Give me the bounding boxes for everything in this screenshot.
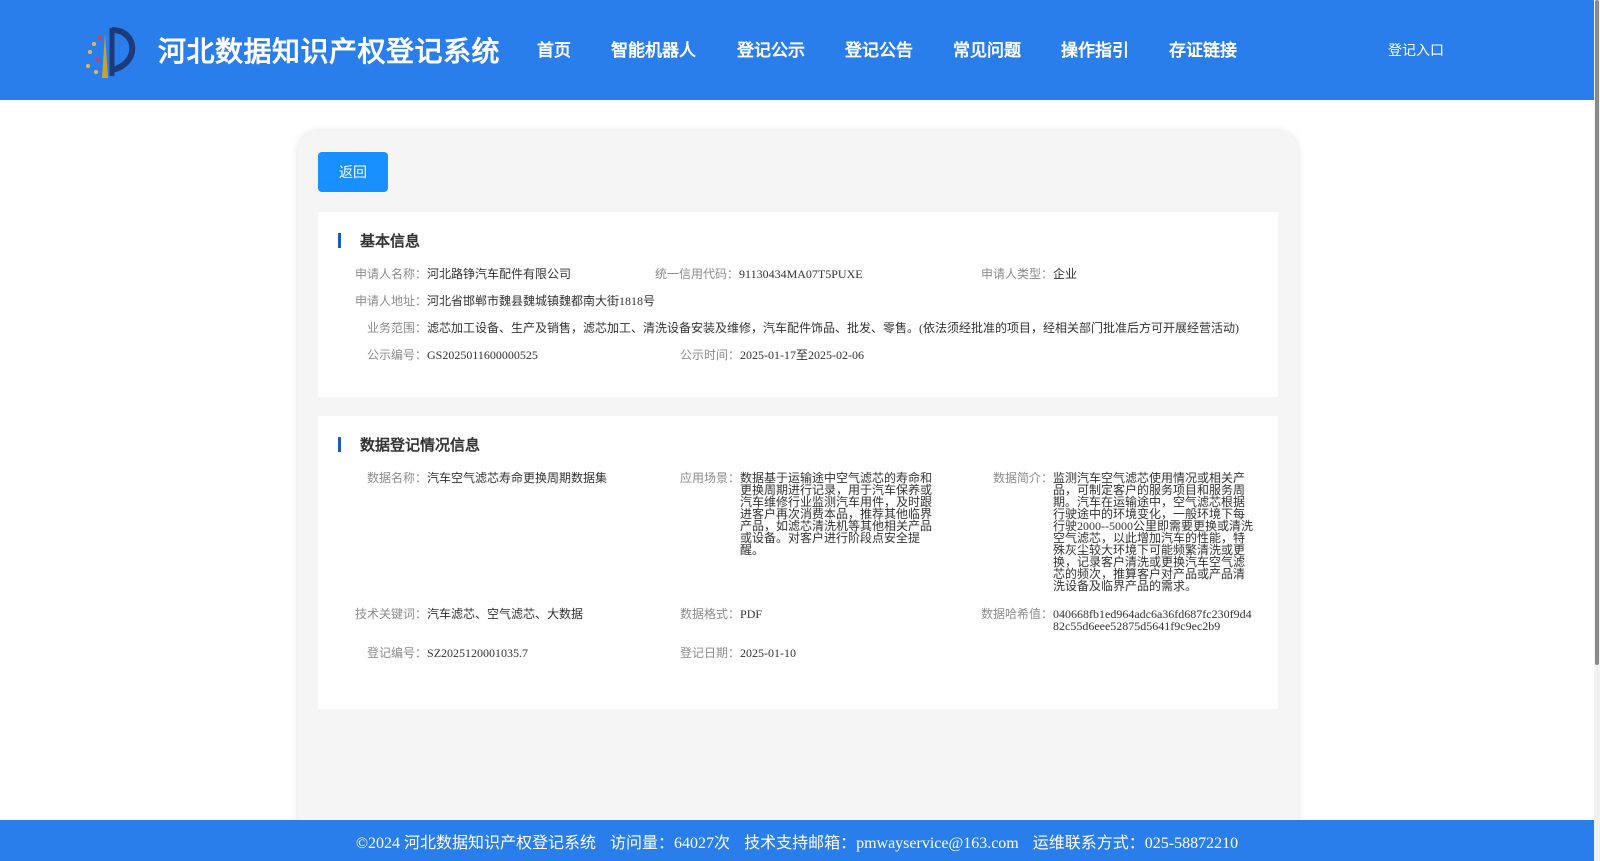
notice-no-label: 公示编号： [367,348,428,362]
reg-date-field: 登记日期：2025-01-10 [680,647,796,659]
notice-no-field: 公示编号：GS2025011600000525 [367,349,538,361]
credit-code-value: 91130434MA07T5PUXE [739,267,863,281]
address-field: 申请人地址：河北省邯郸市魏县魏城镇魏都南大街1818号 [355,295,655,307]
nav-guide[interactable]: 操作指引 [1061,36,1129,61]
summary-label: 数据简介： [993,471,1054,485]
applicant-name-field: 申请人名称：河北路铮汽车配件有限公司 [355,268,571,280]
address-value: 河北省邯郸市魏县魏城镇魏都南大街1818号 [427,294,656,308]
format-value: PDF [740,607,763,621]
page-scrollbar[interactable] [1594,0,1600,861]
business-scope-field: 业务范围：滤芯加工设备、生产及销售，滤芯加工、清洗设备安装及维修，汽车配件饰品、… [367,322,1239,334]
business-scope-value: 滤芯加工设备、生产及销售，滤芯加工、清洗设备安装及维修，汽车配件饰品、批发、零售… [427,321,1240,335]
footer-visits: 访问量：64027次 [610,834,731,852]
format-field: 数据格式：PDF [680,608,762,620]
reg-date-label: 登记日期： [680,646,741,660]
footer-support-email: 技术支持邮箱：pmwayservice@163.com [744,834,1019,852]
applicant-name-value: 河北路铮汽车配件有限公司 [427,267,572,281]
section-marker [338,437,341,452]
basic-info-panel: 基本信息 申请人名称：河北路铮汽车配件有限公司 统一信用代码：91130434M… [318,212,1278,397]
back-button[interactable]: 返回 [318,152,388,192]
page-footer: ©2024 河北数据知识产权登记系统 访问量：64027次 技术支持邮箱：pmw… [0,820,1594,861]
nav-publicity[interactable]: 登记公示 [737,36,805,61]
detail-card: 返回 基本信息 申请人名称：河北路铮汽车配件有限公司 统一信用代码：911304… [298,131,1298,861]
data-name-value: 汽车空气滤芯寿命更换周期数据集 [427,471,608,485]
notice-time-value: 2025-01-17至2025-02-06 [740,348,865,362]
keywords-label: 技术关键词： [355,607,428,621]
footer-ops-phone: 运维联系方式：025-58872210 [1032,834,1239,852]
scenario-value: 数据基于运输途中空气滤芯的寿命和更换周期进行记录，用于汽车保养或汽车维修行业监测… [740,471,933,557]
business-scope-label: 业务范围： [367,321,428,335]
top-header: 河北数据知识产权登记系统 首页 智能机器人 登记公示 登记公告 常见问题 操作指… [0,0,1594,100]
login-entry-link[interactable]: 登记入口 [1388,40,1444,60]
section-marker [338,233,341,248]
keywords-field: 技术关键词：汽车滤芯、空气滤芯、大数据 [355,608,583,620]
hash-field: 数据哈希值： 040668fb1ed964adc6a36fd687fc230f9… [981,608,1265,638]
nav-announcement[interactable]: 登记公告 [845,36,913,61]
credit-code-field: 统一信用代码：91130434MA07T5PUXE [655,268,863,280]
applicant-type-value: 企业 [1053,267,1078,281]
hash-value: 040668fb1ed964adc6a36fd687fc230f9d482c55… [1053,607,1252,633]
nav-home[interactable]: 首页 [537,36,571,61]
nav-evidence-link[interactable]: 存证链接 [1169,36,1237,61]
data-registration-panel: 数据登记情况信息 数据名称：汽车空气滤芯寿命更换周期数据集 应用场景： 数据基于… [318,416,1278,709]
scrollbar-thumb[interactable] [1595,0,1599,665]
nav-robot[interactable]: 智能机器人 [611,36,696,61]
applicant-type-label: 申请人类型： [981,267,1054,281]
applicant-name-label: 申请人名称： [355,267,428,281]
address-label: 申请人地址： [355,294,428,308]
scenario-label: 应用场景： [680,471,741,485]
notice-time-label: 公示时间： [680,348,741,362]
basic-info-title: 基本信息 [360,232,421,250]
credit-code-label: 统一信用代码： [655,267,740,281]
nav-faq[interactable]: 常见问题 [953,36,1021,61]
notice-time-field: 公示时间：2025-01-17至2025-02-06 [680,349,864,361]
data-registration-title: 数据登记情况信息 [360,436,481,454]
reg-no-value: SZ2025120001035.7 [427,646,529,660]
summary-field: 数据简介： 监测汽车空气滤芯使用情况或相关产品，可制定客户的服务项目和服务周期。… [993,472,1265,597]
scenario-field: 应用场景： 数据基于运输途中空气滤芯的寿命和更换周期进行记录，用于汽车保养或汽车… [680,472,940,562]
applicant-type-field: 申请人类型：企业 [981,268,1077,280]
reg-no-label: 登记编号： [367,646,428,660]
site-title: 河北数据知识产权登记系统 [158,35,501,68]
site-logo-icon [86,27,136,78]
summary-value: 监测汽车空气滤芯使用情况或相关产品，可制定客户的服务项目和服务周期。汽车在运输途… [1053,471,1253,593]
keywords-value: 汽车滤芯、空气滤芯、大数据 [427,607,584,621]
reg-no-field: 登记编号：SZ2025120001035.7 [367,647,528,659]
format-label: 数据格式： [680,607,741,621]
notice-no-value: GS2025011600000525 [427,348,538,362]
data-name-field: 数据名称：汽车空气滤芯寿命更换周期数据集 [367,472,607,484]
hash-label: 数据哈希值： [981,607,1054,621]
data-name-label: 数据名称： [367,471,428,485]
reg-date-value: 2025-01-10 [740,646,797,660]
footer-copyright: ©2024 河北数据知识产权登记系统 [355,834,597,852]
